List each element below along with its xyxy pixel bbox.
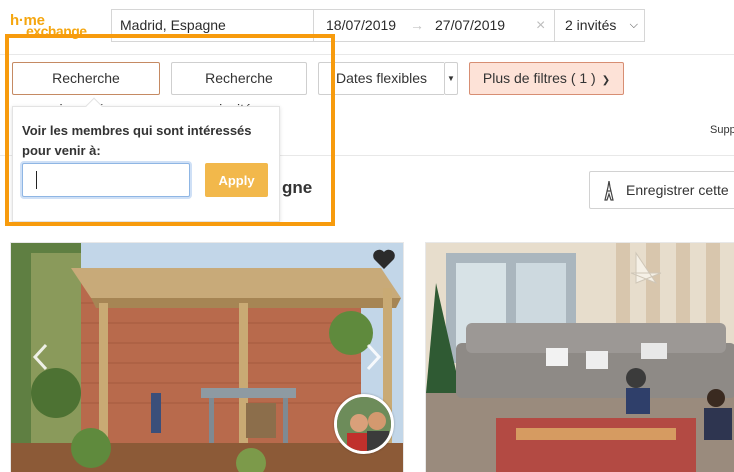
date-from[interactable]: 18/07/2019	[326, 10, 396, 41]
side-label: Supp	[710, 124, 734, 136]
header-divider	[0, 54, 734, 55]
date-range-input[interactable]: 18/07/2019 → 27/07/2019 ×	[314, 10, 555, 41]
favorite-heart-icon[interactable]	[372, 248, 396, 270]
popover-title: Voir les membres qui sont intéressés pou…	[22, 123, 252, 158]
save-search-button[interactable]: Enregistrer cette	[589, 171, 734, 209]
text-cursor	[36, 171, 37, 189]
reverse-search-button[interactable]: Recherche inversée	[12, 62, 160, 117]
previous-photo-icon[interactable]	[30, 342, 52, 372]
more-filters-label: Plus de filtres ( 1 )	[482, 70, 596, 86]
listing-photo-living-room	[426, 243, 734, 472]
host-avatar[interactable]	[334, 394, 394, 454]
logo-line-2: exchange	[26, 23, 87, 39]
guests-value: 2 invités	[565, 17, 617, 33]
chevron-down-icon: ⌵	[629, 19, 638, 31]
save-search-label: Enregistrer cette	[626, 182, 729, 198]
next-photo-icon[interactable]	[362, 342, 384, 372]
destination-input[interactable]	[22, 163, 190, 197]
more-filters-button[interactable]: Plus de filtres ( 1 ) ❯	[469, 62, 624, 95]
flexible-dates-button[interactable]: Dates flexibles	[318, 62, 444, 95]
eiffel-tower-icon	[604, 181, 614, 201]
reverse-search-popover: Voir les membres qui sont intéressés pou…	[12, 97, 280, 222]
guests-select[interactable]: 2 invités ⌵	[555, 10, 644, 41]
results-headline: gne	[282, 178, 313, 197]
flexible-dates-toggle-icon[interactable]: ▼	[444, 62, 458, 95]
listing-card[interactable]	[425, 242, 734, 472]
chevron-down-icon: ❯	[601, 75, 611, 86]
home-exchange-logo[interactable]: h·me exchange	[10, 12, 100, 39]
guests-search-button[interactable]: Recherche invités	[171, 62, 307, 117]
search-bar: Madrid, Espagne 18/07/2019 → 27/07/2019 …	[111, 9, 645, 42]
clear-dates-icon[interactable]: ×	[536, 10, 545, 41]
location-input[interactable]: Madrid, Espagne	[112, 10, 314, 41]
date-arrow-icon: →	[410, 17, 424, 33]
date-to[interactable]: 27/07/2019	[435, 10, 505, 41]
apply-button[interactable]: Apply	[205, 163, 268, 197]
